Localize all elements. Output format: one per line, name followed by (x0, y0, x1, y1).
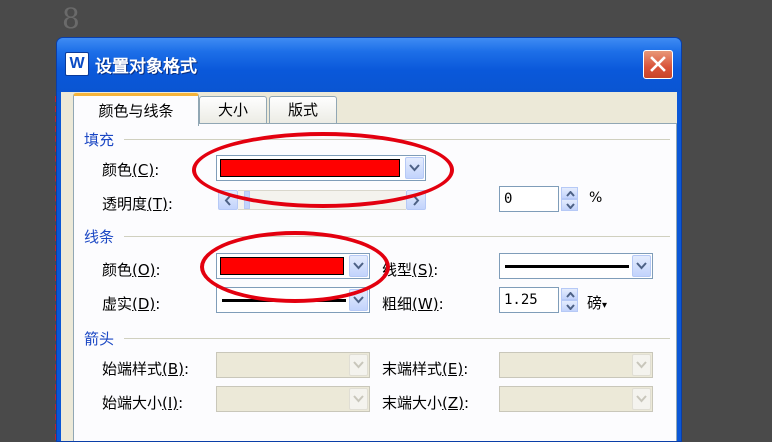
begin-size-dropdown[interactable] (216, 386, 370, 412)
chevron-down-icon (636, 395, 647, 403)
tab-page-colors-and-lines: 填充 颜色(C): 透明度(T): 0 % 线条 颜色(O): 线型(S): 虚… (73, 123, 677, 441)
spin-down-button[interactable] (561, 199, 578, 211)
chevron-down-icon (566, 203, 575, 209)
fill-color-label: 颜色(C): (102, 161, 160, 179)
end-size-label: 末端大小(Z): (382, 394, 470, 412)
begin-style-dropdown-button[interactable] (349, 354, 368, 376)
fill-divider (124, 139, 670, 140)
fill-color-dropdown-button[interactable] (405, 157, 424, 179)
close-button[interactable] (643, 50, 673, 79)
begin-size-dropdown-button[interactable] (349, 388, 368, 410)
begin-style-label: 始端样式(B): (102, 360, 190, 378)
transparency-slider-track[interactable] (238, 190, 406, 210)
line-style-dropdown-button[interactable] (632, 255, 651, 277)
background-digit: 8 (62, 2, 82, 35)
spin-up-button[interactable] (561, 288, 578, 300)
format-object-dialog: W 设置对象格式 颜色与线条 大小 版式 填充 颜色(C): 透明度(T): 0… (56, 37, 682, 442)
transparency-slider-left-button[interactable] (218, 190, 238, 210)
chevron-down-icon (636, 361, 647, 369)
percent-unit: % (589, 190, 603, 206)
tab-layout[interactable]: 版式 (269, 96, 337, 123)
dash-label: 虚实(D): (102, 295, 161, 313)
tab-size[interactable]: 大小 (199, 96, 267, 123)
close-icon (650, 56, 666, 72)
fill-section-title: 填充 (84, 131, 115, 149)
arrows-divider (124, 338, 670, 339)
line-style-dropdown[interactable] (499, 253, 653, 279)
chevron-up-icon (566, 292, 575, 298)
end-style-dropdown[interactable] (499, 352, 653, 378)
dash-dropdown-button[interactable] (349, 289, 368, 311)
transparency-slider-thumb[interactable] (244, 191, 250, 209)
chevron-down-icon (353, 361, 364, 369)
chevron-down-icon (353, 262, 364, 270)
end-size-dropdown-button[interactable] (632, 388, 651, 410)
dialog-client-area: 颜色与线条 大小 版式 填充 颜色(C): 透明度(T): 0 % 线条 颜色(… (61, 92, 677, 441)
tab-colors-and-lines[interactable]: 颜色与线条 (73, 93, 199, 126)
line-color-dropdown-button[interactable] (349, 255, 368, 277)
dash-dropdown[interactable] (216, 287, 370, 313)
chevron-up-icon (566, 191, 575, 197)
line-style-sample (505, 265, 629, 268)
weight-input[interactable]: 1.25 (499, 287, 559, 313)
chevron-down-icon (353, 296, 364, 304)
chevron-down-icon (353, 395, 364, 403)
begin-size-label: 始端大小(I): (102, 394, 184, 412)
spin-down-button[interactable] (561, 300, 578, 312)
weight-label: 粗细(W): (382, 295, 444, 313)
fill-color-dropdown[interactable] (216, 155, 426, 181)
transparency-spinner[interactable] (561, 187, 578, 211)
chevron-down-icon (636, 262, 647, 270)
dialog-title: 设置对象格式 (95, 57, 197, 77)
end-size-dropdown[interactable] (499, 386, 653, 412)
fill-color-swatch (220, 159, 400, 177)
line-color-swatch (220, 257, 344, 275)
transparency-slider-right-button[interactable] (406, 190, 426, 210)
title-bar[interactable]: W 设置对象格式 (57, 38, 681, 92)
weight-unit-dropdown[interactable]: 磅▾ (587, 292, 607, 313)
transparency-input[interactable]: 0 (499, 186, 559, 212)
chevron-down-icon (409, 164, 420, 172)
weight-spinner[interactable] (561, 288, 578, 312)
end-style-dropdown-button[interactable] (632, 354, 651, 376)
wps-app-icon: W (65, 52, 89, 76)
transparency-label: 透明度(T): (102, 195, 173, 213)
line-section-title: 线条 (84, 228, 115, 246)
line-divider (124, 236, 670, 237)
chevron-down-icon (566, 304, 575, 310)
begin-style-dropdown[interactable] (216, 352, 370, 378)
line-color-dropdown[interactable] (216, 253, 370, 279)
spin-up-button[interactable] (561, 187, 578, 199)
line-style-label: 线型(S): (382, 261, 439, 279)
chevron-right-icon (413, 195, 420, 206)
arrows-section-title: 箭头 (84, 330, 115, 348)
chevron-left-icon (224, 195, 231, 206)
line-color-label: 颜色(O): (102, 261, 161, 279)
end-style-label: 末端样式(E): (382, 360, 469, 378)
dash-style-sample (222, 299, 346, 302)
